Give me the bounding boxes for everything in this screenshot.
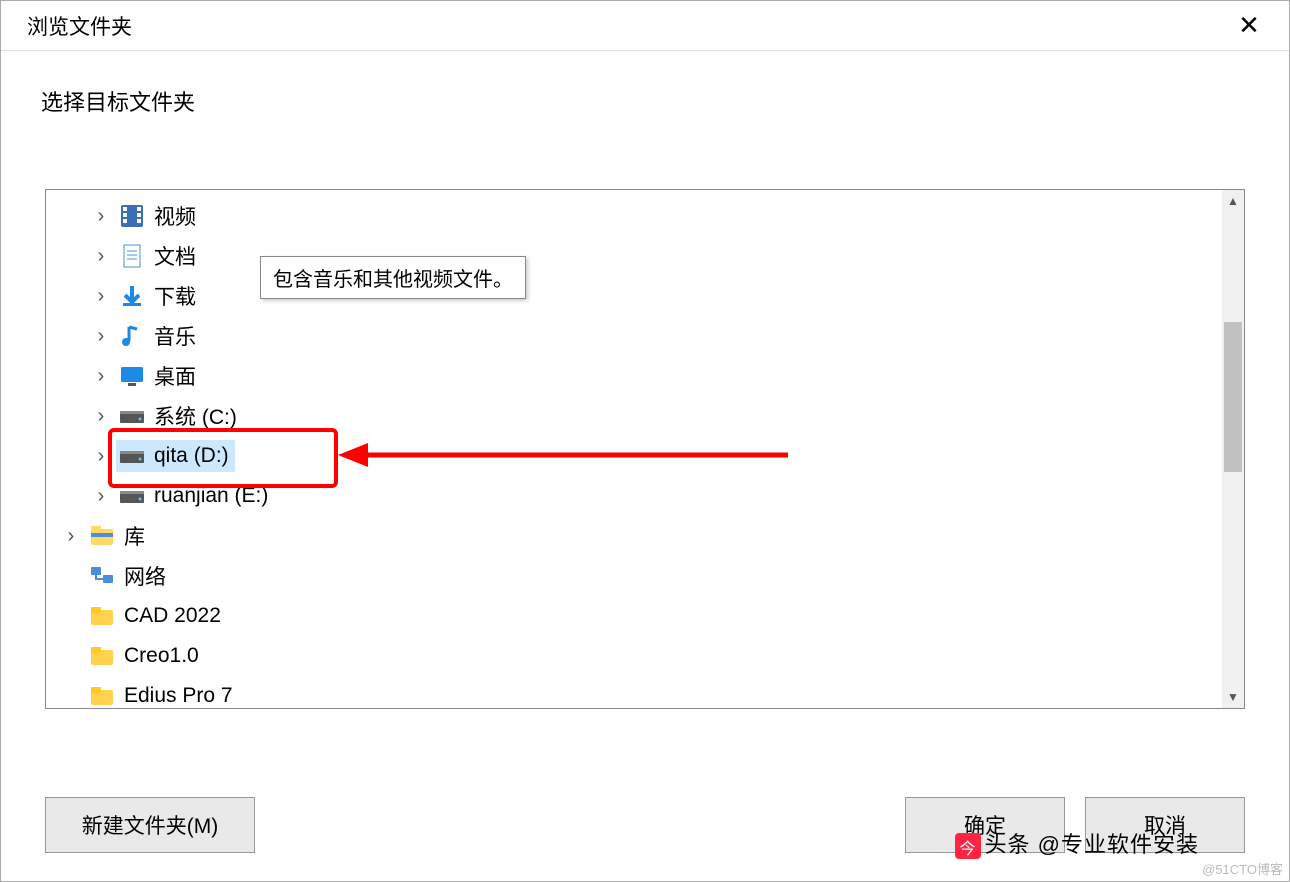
network-icon: [88, 562, 116, 590]
expander-icon: [62, 567, 80, 585]
scrollbar[interactable]: ▲ ▼: [1222, 190, 1244, 708]
desktop-icon: [118, 362, 146, 390]
libraries-icon: [88, 522, 116, 550]
tree-item-label: qita (D:): [154, 444, 229, 468]
folder-icon: [88, 682, 116, 708]
tree-item[interactable]: 库: [46, 516, 1244, 556]
expander-icon[interactable]: [92, 327, 110, 345]
tree-item[interactable]: 视频: [46, 196, 1244, 236]
folder-icon: [88, 642, 116, 670]
download-icon: [118, 282, 146, 310]
expander-icon[interactable]: [92, 367, 110, 385]
tree-item[interactable]: ruanjian (E:): [46, 476, 1244, 516]
drive-icon: [118, 482, 146, 510]
instruction-label: 选择目标文件夹: [1, 51, 1289, 117]
scroll-thumb[interactable]: [1224, 322, 1242, 472]
tree-item-label: ruanjian (E:): [154, 484, 268, 508]
watermark-51cto: @51CTO博客: [1202, 859, 1283, 878]
tree-item-label: 网络: [124, 561, 166, 591]
expander-icon: [62, 687, 80, 705]
tree-item-label: 文档: [154, 241, 196, 271]
expander-icon: [62, 607, 80, 625]
tree-item-label: 系统 (C:): [154, 401, 237, 431]
tree-item-label: Edius Pro 7: [124, 684, 233, 708]
scroll-up-button[interactable]: ▲: [1222, 190, 1244, 212]
tree-item-label: Creo1.0: [124, 644, 199, 668]
tree-item[interactable]: 网络: [46, 556, 1244, 596]
expander-icon[interactable]: [92, 247, 110, 265]
tree-item[interactable]: 下载: [46, 276, 1244, 316]
expander-icon[interactable]: [92, 407, 110, 425]
music-icon: [118, 322, 146, 350]
tree-item[interactable]: Edius Pro 7: [46, 676, 1244, 708]
drive-icon: [118, 442, 146, 470]
tree-item[interactable]: 系统 (C:): [46, 396, 1244, 436]
tooltip: 包含音乐和其他视频文件。: [260, 256, 526, 299]
tree-list[interactable]: 视频文档下载音乐桌面系统 (C:) qita (D:) ruanjian (E:) 库…: [46, 190, 1244, 708]
tree-item-label: 库: [124, 521, 145, 551]
tree-item[interactable]: 桌面: [46, 356, 1244, 396]
tree-item[interactable]: Creo1.0: [46, 636, 1244, 676]
expander-icon[interactable]: [62, 527, 80, 545]
scroll-down-button[interactable]: ▼: [1222, 686, 1244, 708]
tree-item[interactable]: 音乐: [46, 316, 1244, 356]
tree-item-label: CAD 2022: [124, 604, 221, 628]
titlebar: 浏览文件夹 ✕: [1, 1, 1289, 51]
expander-icon: [62, 647, 80, 665]
expander-icon[interactable]: [92, 447, 110, 465]
tree-item[interactable]: CAD 2022: [46, 596, 1244, 636]
new-folder-button[interactable]: 新建文件夹(M): [45, 797, 255, 853]
tree-item-label: 音乐: [154, 321, 196, 351]
browse-folder-dialog: 浏览文件夹 ✕ 选择目标文件夹 视频文档下载音乐桌面系统 (C:) qita (D…: [0, 0, 1290, 882]
folder-tree: 视频文档下载音乐桌面系统 (C:) qita (D:) ruanjian (E:) 库…: [45, 189, 1245, 709]
tree-item[interactable]: qita (D:): [46, 436, 1244, 476]
drive-icon: [118, 402, 146, 430]
dialog-title: 浏览文件夹: [27, 11, 132, 41]
tree-item-label: 视频: [154, 201, 196, 231]
tree-item-label: 桌面: [154, 361, 196, 391]
video-icon: [118, 202, 146, 230]
document-icon: [118, 242, 146, 270]
tree-item[interactable]: 文档: [46, 236, 1244, 276]
expander-icon[interactable]: [92, 487, 110, 505]
toutiao-icon: [955, 833, 981, 859]
watermark-toutiao: 头条 @专业软件安装: [955, 827, 1199, 859]
expander-icon[interactable]: [92, 287, 110, 305]
close-button[interactable]: ✕: [1229, 6, 1269, 46]
folder-icon: [88, 602, 116, 630]
tree-item-label: 下载: [154, 281, 196, 311]
expander-icon[interactable]: [92, 207, 110, 225]
scroll-track[interactable]: [1222, 212, 1244, 686]
